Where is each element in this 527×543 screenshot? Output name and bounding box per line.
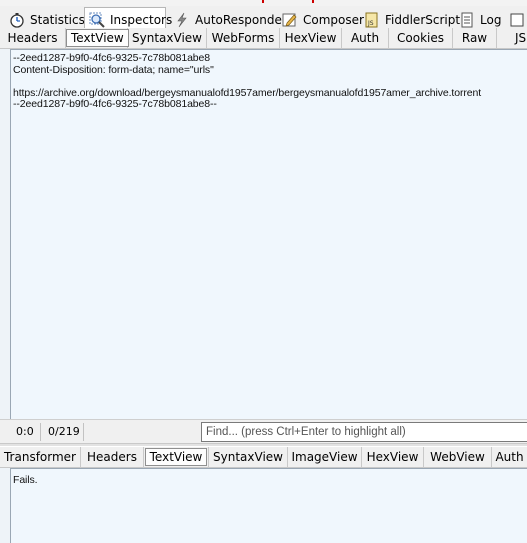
request-tab-headers[interactable]: Headers [0,28,66,49]
request-subtab-strip: Headers TextView SyntaxView WebForms Hex… [0,28,527,49]
request-tab-textview[interactable]: TextView [66,28,129,49]
request-gutter [0,49,10,419]
main-tab-strip: Statistics Inspectors AutoResponder Comp… [0,6,527,31]
tab-fiddlerscript[interactable]: JS FiddlerScript [360,9,460,30]
response-tab-headers[interactable]: Headers [81,447,144,468]
tab-composer[interactable]: Composer [278,9,364,30]
request-tab-js[interactable]: JS [497,28,527,49]
caret-position: 0:0 [16,425,34,438]
request-tab-cookies[interactable]: Cookies [389,28,453,49]
tab-log[interactable]: Log [455,9,503,30]
status-separator [83,423,84,441]
pencil-icon [282,12,298,28]
response-tab-transformer[interactable]: Transformer [0,447,81,468]
red-marker [262,0,264,3]
pane-splitter[interactable] [0,443,527,446]
response-subtab-strip: Transformer Headers TextView SyntaxView … [0,447,527,468]
response-text-area[interactable]: Fails. [10,468,527,543]
response-tab-hexview[interactable]: HexView [362,447,424,468]
request-status-bar: 0:0 0/219 [0,419,527,443]
stopwatch-icon [9,12,25,28]
red-marker [312,0,314,3]
response-body-text: Fails. [13,474,38,486]
find-input[interactable] [201,422,527,442]
char-count: 0/219 [48,425,80,438]
tab-autoresponder[interactable]: AutoResponder [170,9,287,30]
request-tab-hexview[interactable]: HexView [280,28,342,49]
script-icon: JS [364,12,380,28]
response-tab-auth[interactable]: Auth [492,447,527,468]
magnifier-icon [89,12,105,28]
log-icon [459,12,475,28]
lightning-icon [174,12,190,28]
request-tab-webforms[interactable]: WebForms [207,28,280,49]
response-tab-textview[interactable]: TextView [144,447,209,468]
tab-timeline[interactable] [505,9,527,30]
svg-text:JS: JS [367,20,374,27]
request-tab-raw[interactable]: Raw [453,28,497,49]
request-text-area[interactable]: --2eed1287-b9f0-4fc6-9325-7c78b081abe8 C… [10,49,527,419]
response-tab-syntaxview[interactable]: SyntaxView [209,447,288,468]
response-tab-imageview[interactable]: ImageView [288,447,362,468]
status-separator [40,423,41,441]
request-body-text: --2eed1287-b9f0-4fc6-9325-7c78b081abe8 C… [13,52,482,111]
response-tab-webview[interactable]: WebView [424,447,492,468]
response-gutter [0,468,10,543]
request-tab-auth[interactable]: Auth [342,28,389,49]
checkbox-icon [509,12,525,28]
request-tab-syntaxview[interactable]: SyntaxView [128,28,207,49]
tab-statistics[interactable]: Statistics [5,9,85,30]
